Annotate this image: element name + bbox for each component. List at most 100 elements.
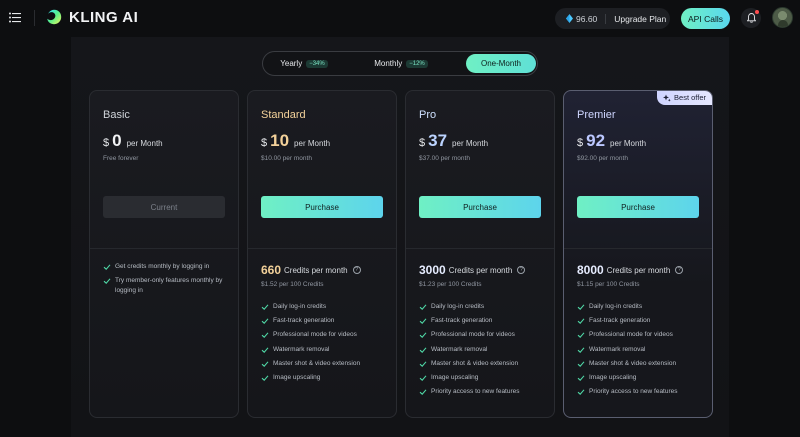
feature-item: Daily log-in credits [419, 303, 520, 317]
feature-item: Image upscaling [261, 374, 360, 388]
feature-item: Master shot & video extension [577, 360, 678, 374]
plan-name: Premier [577, 109, 616, 121]
feature-item: Master shot & video extension [261, 360, 360, 374]
sparkle-icon [663, 94, 671, 102]
price-currency: $ [103, 137, 110, 149]
price-amount: 0 [112, 131, 122, 150]
current-plan-button: Current [103, 196, 225, 218]
price-currency: $ [419, 137, 426, 149]
notifications-button[interactable] [741, 8, 761, 28]
tab-one-month-label: One-Month [480, 59, 522, 68]
plan-price: $ 37 per Month [419, 131, 488, 151]
price-amount: 37 [428, 131, 448, 150]
feature-list: Daily log-in credits Fast-track generati… [419, 303, 520, 402]
tab-monthly[interactable]: Monthly −12% [366, 54, 436, 73]
feature-list: Daily log-in credits Fast-track generati… [577, 303, 678, 402]
check-icon [577, 389, 585, 396]
plan-card-premier: Best offer Premier $ 92 per Month $92.00… [563, 90, 713, 418]
monthly-discount-badge: −12% [406, 59, 428, 68]
check-icon [419, 318, 427, 325]
check-icon [419, 389, 427, 396]
check-icon [261, 347, 269, 353]
credits-heading: 660 Credits per month ? [261, 263, 361, 277]
info-icon[interactable]: ? [675, 266, 684, 274]
check-icon [261, 361, 269, 367]
feature-list: Daily log-in credits Fast-track generati… [261, 303, 360, 388]
credits-count: 8000 [577, 263, 604, 277]
check-icon [261, 304, 269, 310]
credits-heading: 8000 Credits per month ? [577, 263, 684, 277]
check-icon [577, 361, 585, 367]
feature-item: Try member-only features monthly by logg… [103, 276, 231, 296]
top-bar: KLING AI 96.60 Upgrade Plan API Calls [0, 0, 800, 36]
price-period: per Month [294, 139, 331, 148]
purchase-standard-button[interactable]: Purchase [261, 196, 383, 218]
check-icon [419, 332, 427, 339]
avatar[interactable] [772, 7, 793, 28]
menu-icon[interactable] [9, 12, 21, 23]
card-divider [564, 248, 712, 249]
credits-label: Credits per month [284, 265, 348, 275]
billing-period-toggle: Yearly −34% Monthly −12% One-Month [262, 51, 538, 76]
gem-icon [566, 14, 573, 23]
per-credits-price: $1.15 per 100 Credits [577, 281, 640, 288]
check-icon [419, 347, 427, 353]
api-calls-button[interactable]: API Calls [681, 8, 730, 29]
feature-item: Priority access to new features [419, 388, 520, 402]
check-icon [577, 304, 585, 310]
feature-item: Professional mode for videos [261, 331, 360, 345]
price-period: per Month [126, 139, 163, 148]
check-icon [103, 264, 111, 270]
feature-item: Daily log-in credits [577, 303, 678, 317]
feature-item: Professional mode for videos [419, 331, 520, 345]
check-icon [261, 375, 269, 381]
tab-one-month[interactable]: One-Month [466, 54, 536, 73]
feature-item: Fast-track generation [577, 317, 678, 331]
check-icon [577, 347, 585, 353]
credits-count: 3000 [419, 263, 446, 277]
pill-divider [605, 13, 607, 24]
upgrade-plan-link[interactable]: Upgrade Plan [614, 14, 666, 24]
price-currency: $ [261, 137, 268, 149]
best-offer-badge: Best offer [657, 91, 712, 105]
feature-item: Watermark removal [261, 346, 360, 360]
bell-icon [746, 13, 756, 23]
purchase-premier-button[interactable]: Purchase [577, 196, 699, 218]
brand-logo[interactable]: KLING AI [45, 8, 138, 26]
card-divider [90, 248, 238, 249]
feature-item: Professional mode for videos [577, 331, 678, 345]
notification-dot [755, 10, 759, 14]
feature-item: Image upscaling [577, 374, 678, 388]
tab-yearly[interactable]: Yearly −34% [269, 54, 339, 73]
price-period: per Month [610, 139, 647, 148]
feature-item: Daily log-in credits [261, 303, 360, 317]
credits-upgrade-pill[interactable]: 96.60 Upgrade Plan [555, 8, 670, 29]
plan-card-standard: Standard $ 10 per Month $10.00 per month… [247, 90, 397, 418]
plan-price: $ 92 per Month [577, 131, 646, 151]
info-icon[interactable]: ? [352, 266, 361, 274]
purchase-pro-button[interactable]: Purchase [419, 196, 541, 218]
credits-count: 660 [261, 263, 282, 277]
brand-name: KLING AI [69, 8, 139, 26]
subprice: $92.00 per month [577, 155, 628, 162]
check-icon [577, 318, 585, 325]
subprice: $37.00 per month [419, 155, 470, 162]
tab-yearly-label: Yearly [280, 59, 303, 68]
check-icon [577, 332, 585, 339]
info-icon[interactable]: ? [517, 266, 526, 274]
price-period: per Month [452, 139, 489, 148]
check-icon [419, 375, 427, 381]
subprice: $10.00 per month [261, 155, 312, 162]
price-amount: 92 [586, 131, 606, 150]
credits-amount: 96.60 [576, 13, 598, 24]
feature-item: Image upscaling [419, 374, 520, 388]
card-divider [248, 248, 396, 249]
check-icon [419, 361, 427, 367]
check-icon [419, 304, 427, 310]
check-icon [577, 375, 585, 381]
feature-list: Get credits monthly by logging in Try me… [103, 262, 231, 300]
feature-item: Fast-track generation [261, 317, 360, 331]
feature-item: Watermark removal [577, 346, 678, 360]
credits-heading: 3000 Credits per month ? [419, 263, 526, 277]
plan-card-pro: Pro $ 37 per Month $37.00 per month Purc… [405, 90, 555, 418]
